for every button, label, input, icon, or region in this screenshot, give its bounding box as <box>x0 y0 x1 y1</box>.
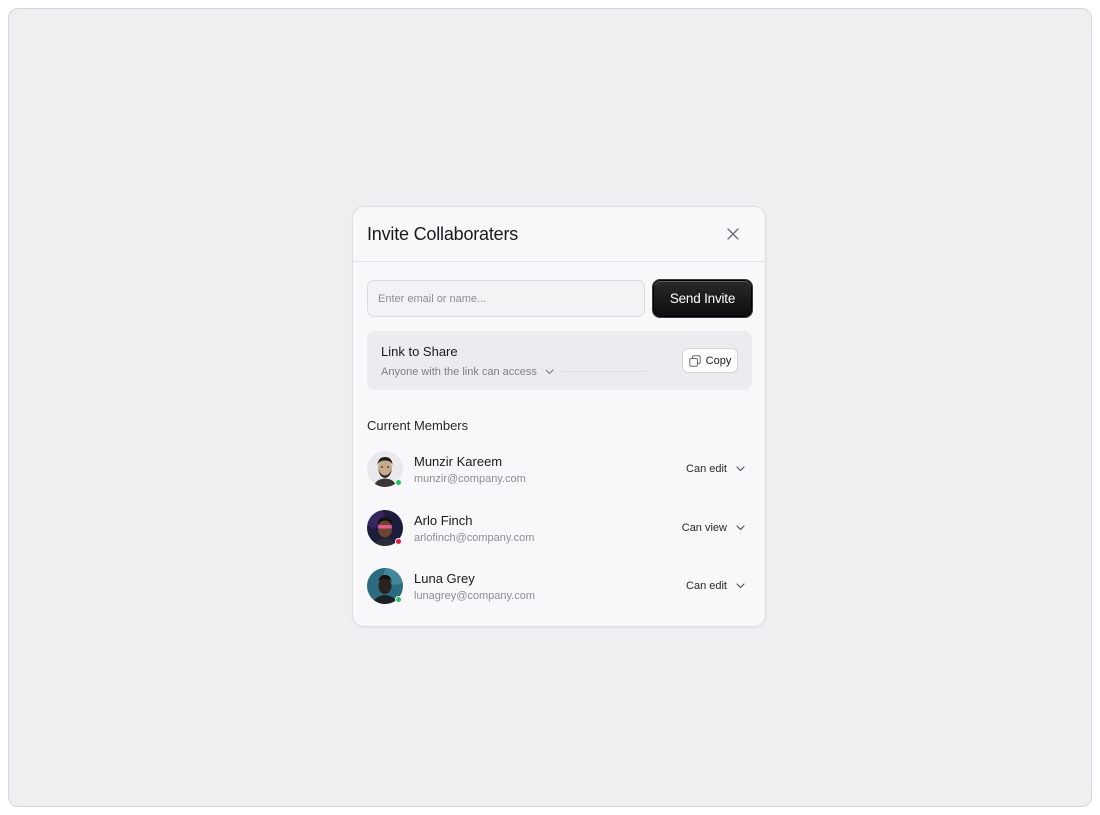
chevron-down-icon <box>736 583 745 589</box>
copy-label: Copy <box>705 354 732 367</box>
link-access-label: Anyone with the link can access <box>381 366 537 378</box>
status-online-indicator <box>395 479 402 486</box>
member-email: lunagrey@company.com <box>414 589 536 602</box>
copy-icon <box>688 354 701 367</box>
permission-label: Can edit <box>686 580 727 592</box>
invite-dialog: Invite Collaboraters Send Invite Link to… <box>352 206 766 627</box>
chevron-down-icon <box>736 466 745 472</box>
permission-label: Can edit <box>686 463 727 475</box>
member-name: Munzir Kareem <box>414 453 503 469</box>
member-row: Munzir Kareem munzir@company.com Can edi… <box>367 449 745 489</box>
avatar <box>367 451 403 487</box>
app-frame: Invite Collaboraters Send Invite Link to… <box>8 8 1092 807</box>
member-row: Luna Grey lunagrey@company.com Can edit <box>367 566 745 606</box>
link-divider <box>562 371 647 372</box>
member-email: arlofinch@company.com <box>414 531 535 544</box>
dialog-title: Invite Collaboraters <box>367 223 519 244</box>
invite-row: Send Invite <box>367 280 752 317</box>
status-online-indicator <box>395 596 402 603</box>
member-info: Arlo Finch arlofinch@company.com <box>414 513 682 544</box>
permission-dropdown[interactable]: Can edit <box>686 463 745 475</box>
members-heading: Current Members <box>367 418 469 433</box>
member-name: Luna Grey <box>414 570 475 586</box>
member-email: munzir@company.com <box>414 472 526 485</box>
member-row: Arlo Finch arlofinch@company.com Can vie… <box>367 508 745 548</box>
permission-dropdown[interactable]: Can view <box>682 522 745 534</box>
member-info: Luna Grey lunagrey@company.com <box>414 571 686 602</box>
send-invite-button[interactable]: Send Invite <box>653 280 752 317</box>
permission-label: Can view <box>681 522 727 534</box>
close-icon <box>727 228 739 240</box>
chevron-down-icon <box>545 369 554 375</box>
share-link-panel: Link to Share Anyone with the link can a… <box>367 331 752 390</box>
avatar <box>367 510 403 546</box>
status-busy-indicator <box>395 538 402 545</box>
member-name: Arlo Finch <box>414 512 473 528</box>
avatar <box>367 568 403 604</box>
link-access-dropdown[interactable]: Anyone with the link can access <box>381 366 554 378</box>
permission-dropdown[interactable]: Can edit <box>686 580 745 592</box>
email-input[interactable] <box>367 280 645 317</box>
member-info: Munzir Kareem munzir@company.com <box>414 454 686 485</box>
close-button[interactable] <box>721 222 745 246</box>
chevron-down-icon <box>736 525 745 531</box>
dialog-header: Invite Collaboraters <box>353 207 765 262</box>
copy-link-button[interactable]: Copy <box>682 348 738 373</box>
